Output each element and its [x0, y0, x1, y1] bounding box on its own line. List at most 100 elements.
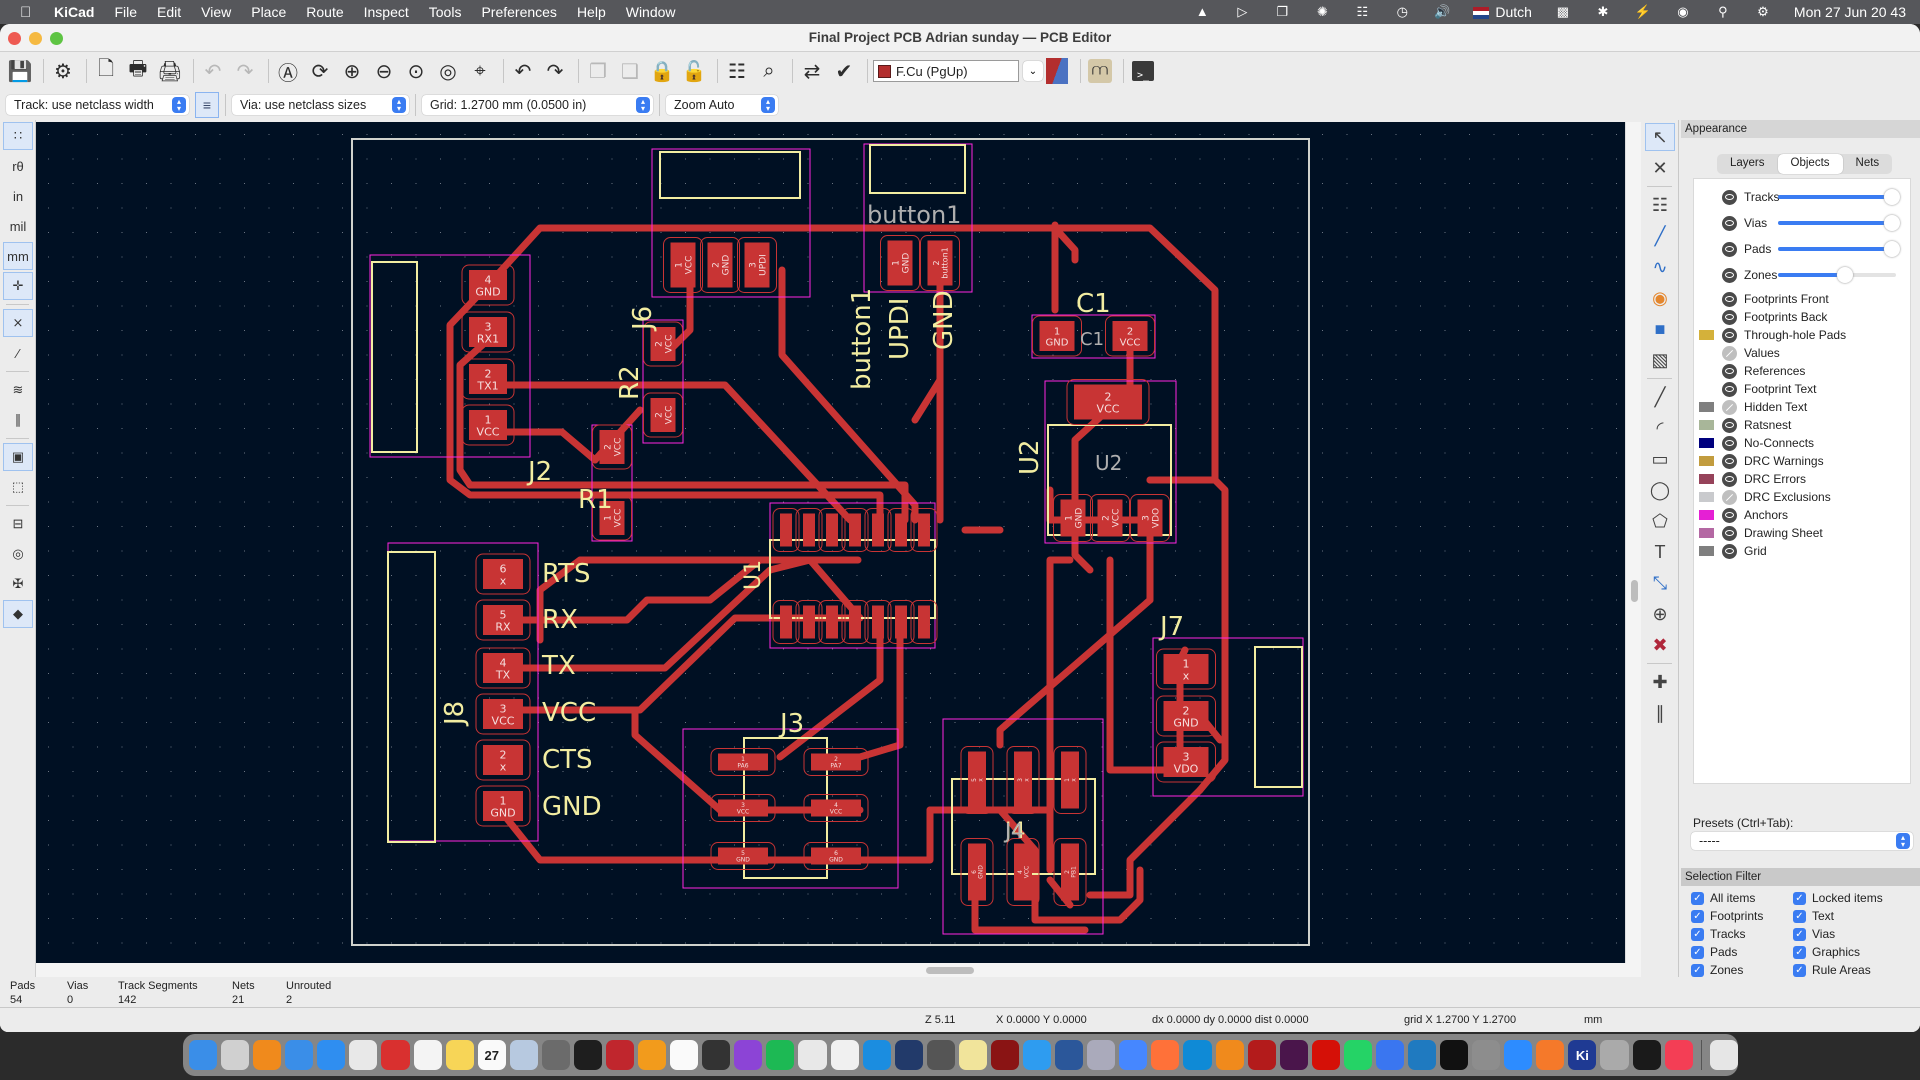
add-target-tool[interactable]: ⊕	[1645, 600, 1675, 628]
dock-app-sparkle[interactable]	[894, 1040, 923, 1070]
menu-view[interactable]: View	[201, 4, 231, 20]
filter-pads[interactable]: ✓ Pads	[1691, 944, 1793, 960]
menu-place[interactable]: Place	[251, 4, 286, 20]
dock-app-stickies[interactable]	[958, 1040, 987, 1070]
print-button[interactable]: 🖶	[124, 57, 152, 85]
visibility-eye-icon[interactable]	[1722, 471, 1737, 487]
scripting-console-button[interactable]: >_	[1129, 57, 1157, 85]
dock-app-pages[interactable]	[638, 1040, 667, 1070]
menu-route[interactable]: Route	[306, 4, 343, 20]
via-outline-toggle[interactable]: ⬚	[3, 473, 33, 501]
dock-app-edge[interactable]	[1183, 1040, 1212, 1070]
menu-help[interactable]: Help	[577, 4, 606, 20]
dock-app-spotify[interactable]	[766, 1040, 795, 1070]
visibility-eye-icon[interactable]	[1722, 543, 1737, 559]
dock-app-calculator[interactable]	[541, 1040, 570, 1070]
netlist-button[interactable]: ☷	[723, 57, 751, 85]
grid-toggle-toggle[interactable]: ∷	[3, 122, 33, 150]
dock-app-shazam[interactable]	[798, 1040, 827, 1070]
time-machine-icon[interactable]: ◷	[1393, 5, 1411, 19]
delete-tool-tool[interactable]: ✖	[1645, 631, 1675, 659]
ungroup-button[interactable]: ❑	[616, 57, 644, 85]
track-outline-toggle[interactable]: ∥	[3, 406, 33, 434]
dock-app-preview[interactable]	[509, 1040, 538, 1070]
dock-app-chrome[interactable]	[349, 1040, 378, 1070]
route-track-tool[interactable]: ╱	[1645, 222, 1675, 250]
menu-app-kicad[interactable]: KiCad	[54, 4, 94, 20]
refresh-button[interactable]: ⟳	[306, 57, 334, 85]
close-window-button[interactable]	[8, 32, 21, 45]
visibility-eye-icon[interactable]	[1722, 453, 1737, 469]
add-via-tool[interactable]: ◉	[1645, 284, 1675, 312]
footprint-browser-button[interactable]: ⌕	[755, 57, 783, 85]
menu-window[interactable]: Window	[626, 4, 676, 20]
auto-track-width-toggle[interactable]: ≡	[195, 92, 219, 118]
checkbox-checked-icon[interactable]: ✓	[1793, 963, 1806, 977]
color-swatch[interactable]	[1699, 546, 1714, 556]
window-icon[interactable]: ❐	[1273, 5, 1291, 19]
units-inches-toggle[interactable]: in	[3, 182, 33, 210]
vertical-scrollbar[interactable]	[1625, 122, 1641, 977]
color-swatch[interactable]	[1699, 402, 1714, 412]
filter-vias[interactable]: ✓ Vias	[1793, 926, 1913, 942]
filter-footprints[interactable]: ✓ Footprints	[1691, 908, 1793, 924]
vertical-scroll-thumb[interactable]	[1631, 580, 1638, 602]
maximize-window-button[interactable]	[50, 32, 63, 45]
battery-menu-icon[interactable]: ▩	[1554, 5, 1572, 19]
color-swatch[interactable]	[1699, 510, 1714, 520]
visibility-eye-icon[interactable]	[1722, 525, 1737, 541]
draw-line-tool[interactable]: ╱	[1645, 383, 1675, 411]
dock-app-vs-code[interactable]	[1407, 1040, 1437, 1070]
checkbox-checked-icon[interactable]: ✓	[1793, 945, 1806, 959]
dock-app-quicktime[interactable]	[1632, 1040, 1661, 1070]
checkbox-checked-icon[interactable]: ✓	[1793, 927, 1806, 941]
visibility-eye-icon[interactable]	[1722, 189, 1737, 205]
draw-polygon-tool[interactable]: ⬠	[1645, 507, 1675, 535]
dock-app-blender[interactable]	[1536, 1040, 1565, 1070]
dock-app-photo-booth[interactable]	[606, 1040, 635, 1070]
dock-app-activity-monitor[interactable]	[573, 1040, 603, 1070]
vlc-icon[interactable]: ▲	[1193, 5, 1211, 19]
layer-select[interactable]: F.Cu (PgUp)	[873, 60, 1019, 82]
filter-rule-areas[interactable]: ✓ Rule Areas	[1793, 962, 1913, 978]
dock-app-skype[interactable]	[862, 1040, 891, 1070]
add-zone-tool[interactable]: ■	[1645, 315, 1675, 343]
dock-app-notes[interactable]	[445, 1040, 474, 1070]
filter-tracks[interactable]: ✓ Tracks	[1691, 926, 1793, 942]
find-button[interactable]: Ⓐ	[274, 57, 302, 85]
dock-app-vivaldi[interactable]	[381, 1040, 410, 1070]
zoom-fit-button[interactable]: ⊙	[402, 57, 430, 85]
zoom-out-button[interactable]: ⊖	[370, 57, 398, 85]
pad-fill-toggle[interactable]: ▣	[3, 443, 33, 471]
add-text-tool[interactable]: T	[1645, 538, 1675, 566]
ratsnest-toggle[interactable]: ⨯	[3, 309, 33, 337]
save-button[interactable]: 💾	[6, 57, 34, 85]
wifi-icon[interactable]: ◉	[1674, 5, 1692, 19]
visibility-eye-icon[interactable]	[1722, 381, 1737, 397]
bluetooth-icon[interactable]: ✱	[1594, 5, 1612, 19]
checkbox-checked-icon[interactable]: ✓	[1691, 927, 1704, 941]
opacity-slider-vias[interactable]	[1778, 215, 1900, 231]
dock-app-garageband[interactable]	[702, 1040, 731, 1070]
dock-app-bitdefender[interactable]	[990, 1040, 1020, 1070]
zoom-selection-button[interactable]: ⌖	[466, 57, 494, 85]
keyboard-icon[interactable]: ☷	[1353, 5, 1371, 19]
dock-app-google-earth-pro[interactable]	[1087, 1040, 1116, 1070]
pcb-canvas[interactable]: 4 GND 3 RX1 2 TX1 1 VCC 1 VCC 2 GND 3 UPDI 1 GND 2 button…	[36, 122, 1625, 963]
filter-locked-items[interactable]: ✓ Locked items	[1793, 890, 1913, 906]
draw-arc-tool[interactable]: ◜	[1645, 414, 1675, 442]
visibility-eye-icon[interactable]	[1722, 215, 1737, 231]
horizontal-scrollbar[interactable]	[36, 963, 1641, 977]
visibility-eye-icon[interactable]	[1722, 507, 1737, 523]
dock-app-mail[interactable]	[285, 1040, 314, 1070]
plot-button[interactable]: 🖨	[156, 57, 184, 85]
dock-app-last-fm[interactable]	[1311, 1040, 1340, 1070]
filter-zones[interactable]: ✓ Zones	[1691, 962, 1793, 978]
dock-app-trash[interactable]	[1709, 1040, 1738, 1070]
layer-dropdown-button[interactable]: ⌄	[1023, 61, 1043, 81]
grid-select[interactable]: Grid: 1.2700 mm (0.0500 in)	[422, 95, 653, 115]
dock-app-help[interactable]	[1600, 1040, 1629, 1070]
visibility-eye-icon[interactable]	[1722, 363, 1737, 379]
draw-rectangle-tool[interactable]: ▭	[1645, 445, 1675, 473]
menu-file[interactable]: File	[114, 4, 137, 20]
